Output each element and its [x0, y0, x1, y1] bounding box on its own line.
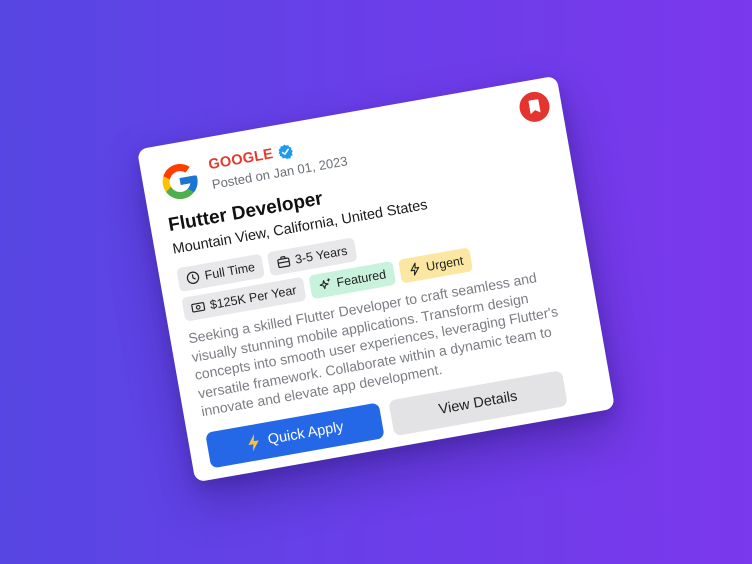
tag-label: 3-5 Years [293, 243, 349, 267]
tag-label: Urgent [425, 253, 465, 274]
google-logo-icon [162, 164, 198, 200]
briefcase-icon [276, 256, 290, 269]
bookmark-icon [528, 99, 541, 115]
bookmark-button[interactable] [517, 89, 552, 125]
money-icon [191, 302, 206, 313]
tag-urgent: Urgent [397, 247, 474, 284]
tag-label: Featured [335, 267, 388, 290]
tag-label: $125K Per Year [208, 283, 298, 313]
clock-icon [186, 271, 200, 284]
quick-apply-label: Quick Apply [266, 419, 345, 449]
view-details-label: View Details [437, 388, 519, 418]
bolt-icon [248, 434, 259, 452]
tag-label: Full Time [203, 259, 256, 283]
sparkle-icon [319, 278, 330, 290]
bolt-icon [410, 262, 419, 276]
verified-badge-icon [278, 144, 294, 159]
job-card: GOOGLE Posted on Jan 01, 2023 Flutter De… [136, 75, 616, 483]
